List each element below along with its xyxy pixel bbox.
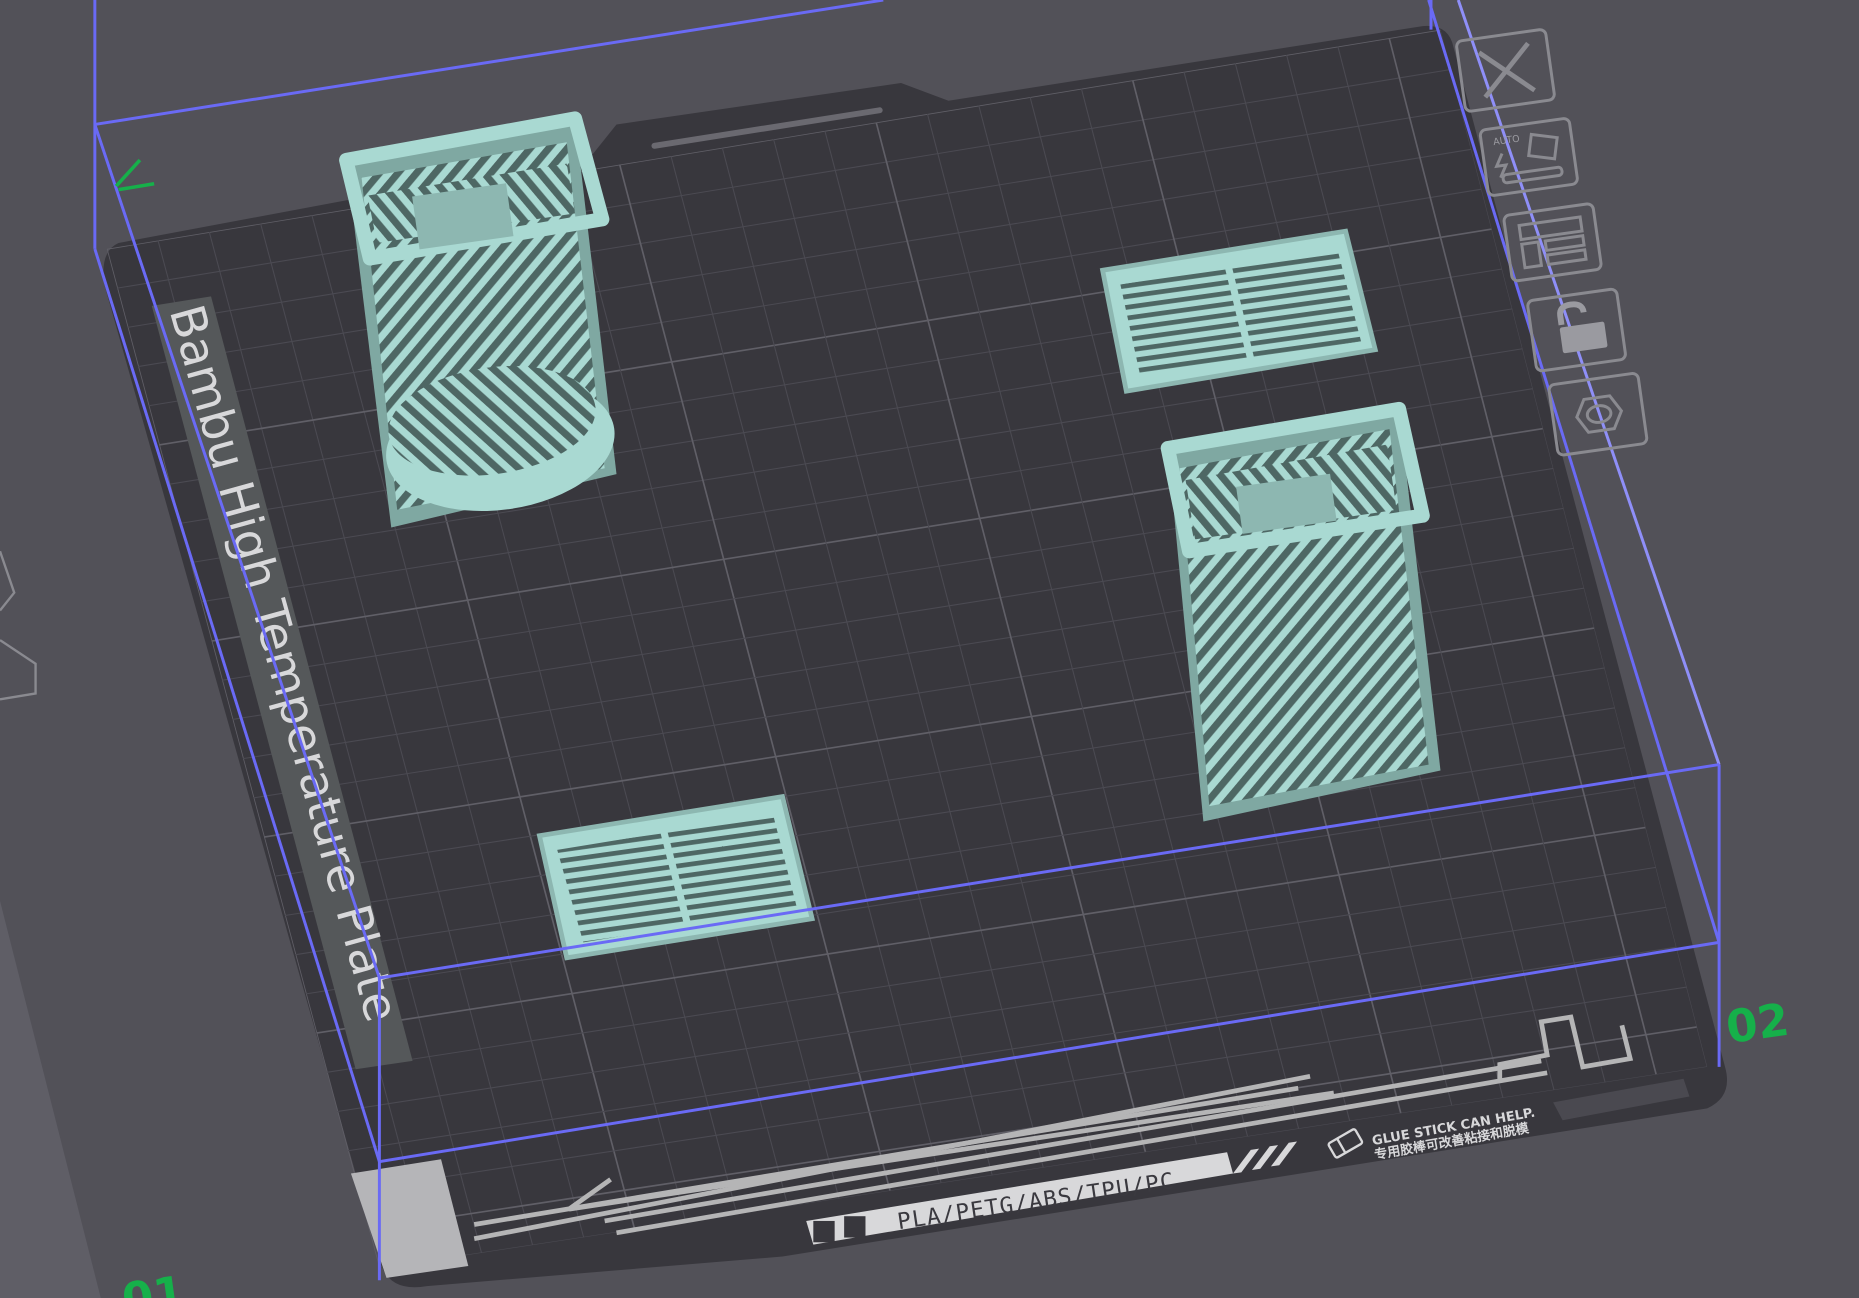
unlock-icon <box>1557 301 1608 354</box>
model-basket-2[interactable] <box>1160 401 1441 822</box>
plate-number-02[interactable]: 02 <box>1723 993 1792 1054</box>
auto-orient-button[interactable]: AUTO <box>1478 117 1579 197</box>
auto-label: AUTO <box>1493 134 1521 149</box>
plate-surface <box>103 25 1728 1288</box>
close-icon <box>1477 41 1536 99</box>
model-basket-1[interactable] <box>339 111 623 528</box>
adjacent-plate <box>0 550 101 1298</box>
arrange-button[interactable] <box>1502 202 1603 283</box>
3d-viewport[interactable]: Bambu High Temperature Plate PLA/PETG/AB… <box>0 0 1859 1298</box>
delete-plate-button[interactable] <box>1455 28 1556 113</box>
plate-settings-button[interactable] <box>1547 371 1649 457</box>
auto-orient-icon: AUTO <box>1493 132 1564 185</box>
edit-pencil-icon[interactable] <box>114 158 155 192</box>
lock-plate-button[interactable] <box>1526 287 1627 373</box>
build-plate[interactable]: Bambu High Temperature Plate PLA/PETG/AB… <box>103 25 1728 1288</box>
arrange-icon <box>1517 215 1588 270</box>
plate-number-01[interactable]: 01 <box>119 1265 188 1298</box>
